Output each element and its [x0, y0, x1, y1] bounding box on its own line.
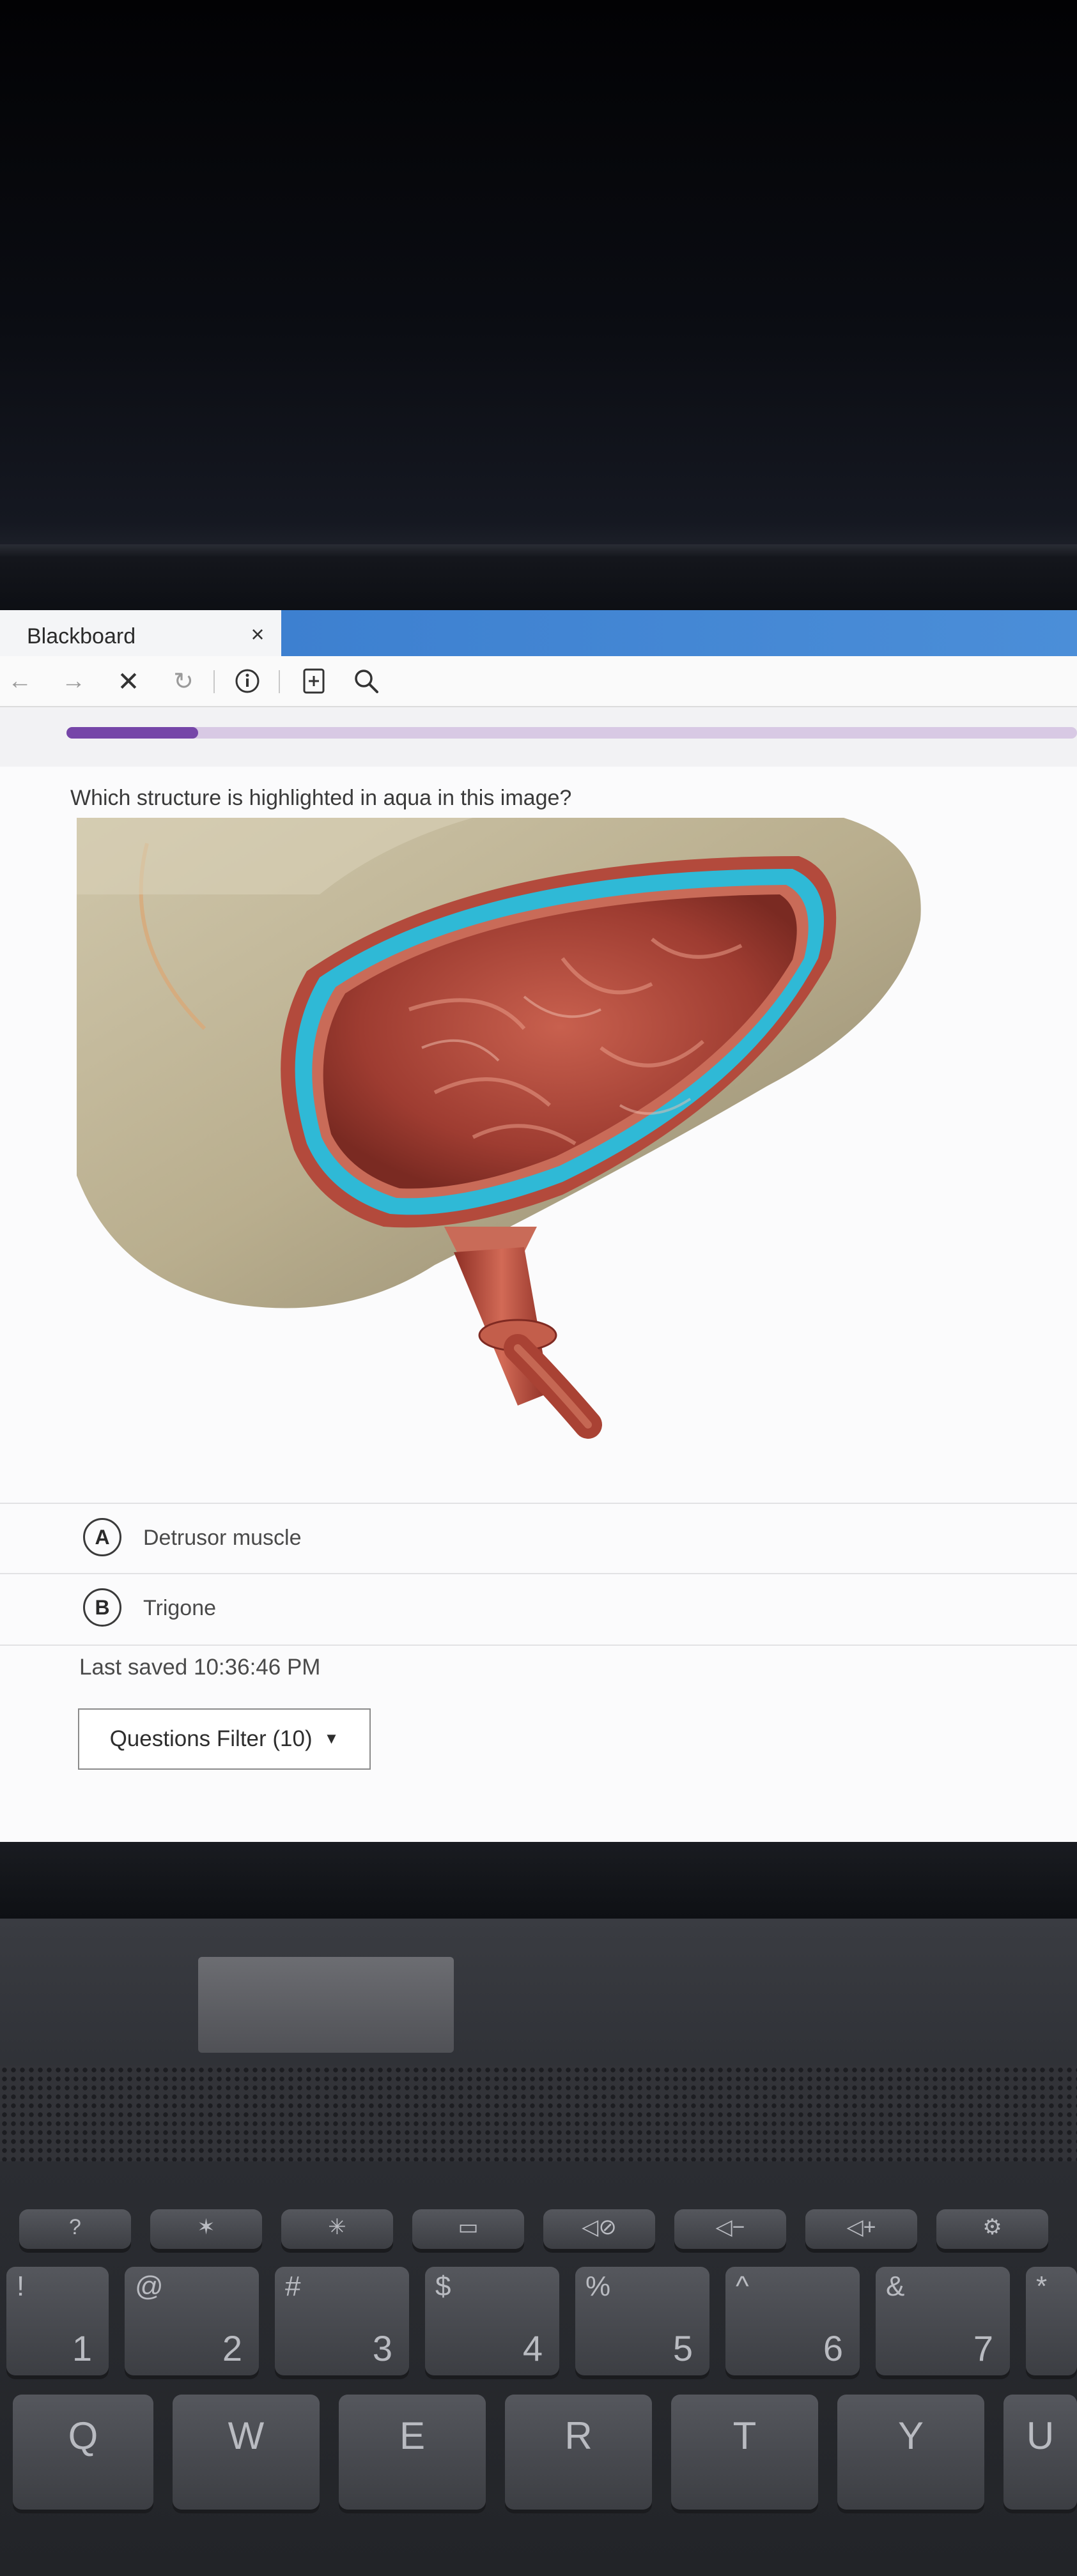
number-key[interactable]: #3 [275, 2267, 409, 2375]
last-saved-status: Last saved 10:36:46 PM [79, 1655, 321, 1680]
letter-key[interactable]: E [339, 2395, 486, 2510]
letter-key[interactable]: Q [13, 2395, 153, 2510]
monitor-bezel-bottom [0, 1842, 1077, 1919]
browser-toolbar: ← → ✕ ↻ [0, 656, 1077, 707]
toolbar-separator [213, 670, 215, 693]
stop-icon[interactable]: ✕ [112, 665, 144, 697]
monitor-bezel-top [0, 544, 1077, 611]
answer-option-b[interactable]: B Trigone [0, 1573, 1077, 1646]
search-icon[interactable] [350, 665, 382, 697]
number-key[interactable]: ^ 6 [725, 2267, 860, 2375]
function-key[interactable]: ◁⊘ [543, 2209, 655, 2249]
function-key[interactable]: ? [19, 2209, 131, 2249]
letter-key[interactable]: T [671, 2395, 818, 2510]
quiz-progress-fill [66, 727, 198, 739]
laptop-screen: Blackboard × ← → ✕ ↻ Which structure is … [0, 610, 1077, 1842]
letter-key[interactable]: U [1003, 2395, 1077, 2510]
questions-filter-button[interactable]: Questions Filter (10) ▼ [78, 1708, 371, 1770]
function-key[interactable]: ✶ [150, 2209, 262, 2249]
add-page-icon[interactable] [298, 665, 330, 697]
info-icon[interactable] [231, 665, 263, 697]
tab-title: Blackboard [27, 624, 136, 648]
back-arrow-icon[interactable]: ← [4, 665, 36, 697]
option-label: Trigone [143, 1596, 217, 1620]
function-key[interactable]: ▭ [412, 2209, 524, 2249]
bladder-anatomy-image [77, 818, 927, 1457]
answer-option-a[interactable]: A Detrusor muscle [0, 1503, 1077, 1574]
number-key[interactable]: * [1026, 2267, 1077, 2375]
quiz-progress-bar [66, 727, 1077, 739]
toolbar-separator [279, 670, 280, 693]
number-key[interactable]: & 7 [876, 2267, 1010, 2375]
forward-arrow-icon[interactable]: → [58, 665, 89, 697]
number-key[interactable]: @2 [125, 2267, 259, 2375]
letter-key[interactable]: W [173, 2395, 320, 2510]
number-key[interactable]: ! 1 [6, 2267, 109, 2375]
laptop-keyboard-deck: ? ✶ ✳ ▭ ◁⊘ ◁− ◁+ ⚙ ! 1 @2 #3 $4 % 5 ^ 6 & 7 … [0, 1919, 1077, 2576]
function-key[interactable]: ◁− [674, 2209, 786, 2249]
option-letter-badge: A [83, 1518, 121, 1556]
tab-bar-accent [281, 610, 1077, 656]
option-label: Detrusor muscle [143, 1526, 302, 1550]
reload-icon[interactable]: ↻ [167, 665, 199, 697]
number-key[interactable]: % 5 [575, 2267, 709, 2375]
caret-down-icon: ▼ [323, 1730, 339, 1747]
option-letter-badge: B [83, 1588, 121, 1627]
hinge [198, 1957, 454, 2053]
function-key[interactable]: ◁+ [805, 2209, 917, 2249]
function-key[interactable]: ✳ [281, 2209, 393, 2249]
number-key[interactable]: $4 [425, 2267, 559, 2375]
close-icon[interactable]: × [245, 622, 270, 647]
letter-key[interactable]: Y [837, 2395, 984, 2510]
letter-key[interactable]: R [505, 2395, 652, 2510]
questions-filter-label: Questions Filter (10) [109, 1726, 313, 1751]
question-panel: Which structure is highlighted in aqua i… [0, 767, 1077, 1842]
room-background [0, 0, 1077, 549]
question-text: Which structure is highlighted in aqua i… [70, 786, 572, 810]
function-key[interactable]: ⚙ [936, 2209, 1048, 2249]
speaker-grille [0, 2066, 1077, 2161]
tab-blackboard[interactable]: Blackboard × [0, 610, 281, 656]
tab-bar: Blackboard × [0, 610, 1077, 656]
